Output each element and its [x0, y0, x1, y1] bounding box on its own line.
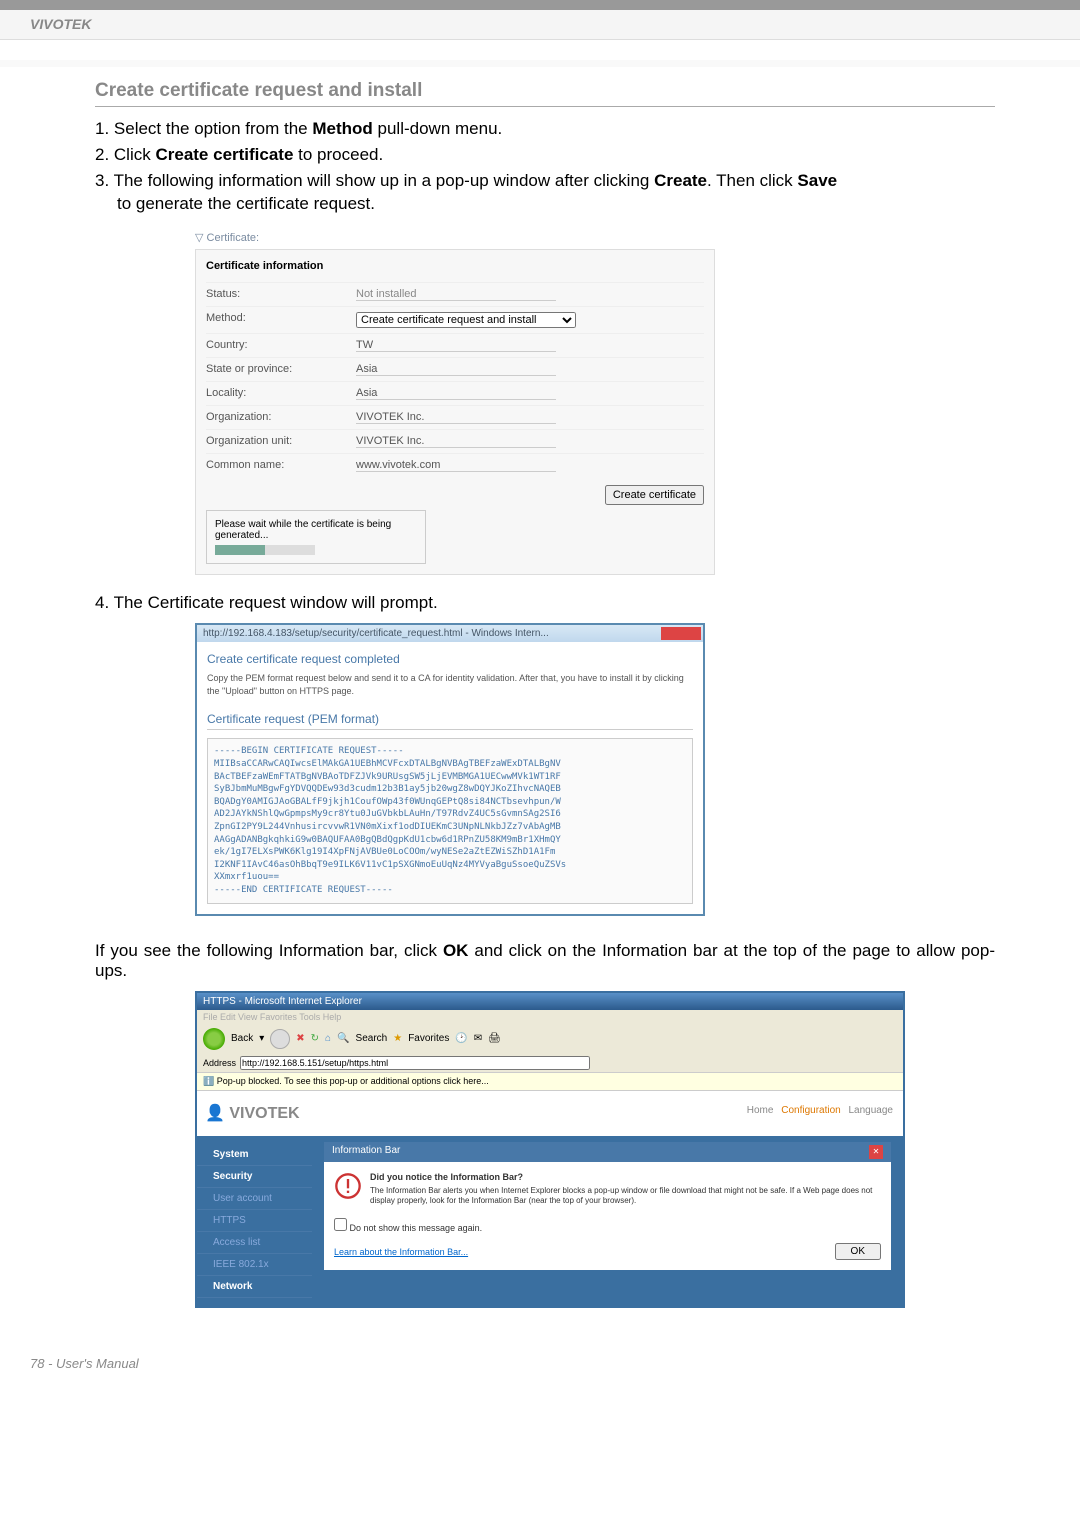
address-input[interactable]: [240, 1056, 590, 1070]
ok-button[interactable]: OK: [835, 1243, 881, 1260]
back-label[interactable]: Back: [231, 1033, 253, 1044]
state-input[interactable]: Asia: [356, 363, 556, 376]
page-footer: 78 - User's Manual: [0, 1338, 1080, 1389]
sidebar: System Security User account HTTPS Acces…: [197, 1136, 312, 1306]
ie-window: HTTPS - Microsoft Internet Explorer File…: [195, 991, 905, 1308]
mail-icon[interactable]: ✉: [474, 1033, 482, 1044]
cert-request-window: http://192.168.4.183/setup/security/cert…: [195, 623, 705, 915]
sidebar-item-system[interactable]: System: [197, 1144, 312, 1166]
instructions: 1. Select the option from the Method pul…: [95, 117, 995, 216]
sidebar-item-access[interactable]: Access list: [197, 1232, 312, 1254]
orgunit-input[interactable]: VIVOTEK Inc.: [356, 435, 556, 448]
close-icon[interactable]: ✕: [869, 1145, 883, 1159]
nav-config[interactable]: Configuration: [781, 1105, 840, 1116]
section-title: Create certificate request and install: [95, 80, 995, 107]
status-value: Not installed: [356, 288, 556, 301]
sidebar-item-https[interactable]: HTTPS: [197, 1210, 312, 1232]
ie-toolbar: Back ▾ ✖ ↻ ⌂ 🔍Search ★Favorites 🕑 ✉ 🖨: [197, 1024, 903, 1054]
breadcrumb: ity > HTTPS: [335, 1122, 384, 1132]
sidebar-item-network[interactable]: Network: [197, 1276, 312, 1298]
pem-title: Certificate request (PEM format): [207, 712, 693, 730]
step4-text: 4. The Certificate request window will p…: [95, 593, 995, 613]
address-bar: Address: [197, 1054, 903, 1072]
sidebar-item-user[interactable]: User account: [197, 1188, 312, 1210]
back-icon[interactable]: [203, 1028, 225, 1050]
home-icon[interactable]: ⌂: [325, 1033, 331, 1044]
sidebar-item-ieee[interactable]: IEEE 802.1x: [197, 1254, 312, 1276]
org-input[interactable]: VIVOTEK Inc.: [356, 411, 556, 424]
ie-menubar[interactable]: File Edit View Favorites Tools Help: [197, 1010, 903, 1024]
locality-input[interactable]: Asia: [356, 387, 556, 400]
info-body: The Information Bar alerts you when Inte…: [334, 1186, 881, 1207]
create-certificate-button[interactable]: Create certificate: [605, 485, 704, 505]
sidebar-item-security[interactable]: Security: [197, 1166, 312, 1188]
history-icon[interactable]: 🕑: [455, 1033, 467, 1044]
certificate-expand[interactable]: Certificate:: [195, 231, 715, 244]
popup-titlebar: http://192.168.4.183/setup/security/cert…: [197, 625, 703, 642]
stop-icon[interactable]: ✖: [296, 1033, 304, 1044]
certificate-panel: Certificate: Certificate information Sta…: [195, 231, 715, 575]
popup-blocked-bar[interactable]: ℹ️ Pop-up blocked. To see this pop-up or…: [197, 1072, 903, 1091]
learn-link[interactable]: Learn about the Information Bar...: [334, 1247, 468, 1257]
dont-show-checkbox[interactable]: [334, 1218, 347, 1231]
progress-bar: [215, 545, 315, 555]
brand-header: VIVOTEK: [30, 16, 91, 32]
ie-titlebar: HTTPS - Microsoft Internet Explorer: [197, 993, 903, 1010]
favorites-icon[interactable]: ★: [393, 1033, 402, 1044]
forward-icon[interactable]: [270, 1029, 290, 1049]
nav-lang[interactable]: Language: [849, 1105, 894, 1116]
method-select[interactable]: Create certificate request and install: [356, 312, 576, 328]
cn-input[interactable]: www.vivotek.com: [356, 459, 556, 472]
info-dialog-title: Information Bar: [332, 1145, 400, 1159]
warning-icon: [334, 1172, 362, 1200]
popup-instruction: Copy the PEM format request below and se…: [207, 672, 693, 697]
nav-home[interactable]: Home: [747, 1105, 774, 1116]
refresh-icon[interactable]: ↻: [311, 1033, 319, 1044]
info-icon: ℹ️: [203, 1076, 214, 1086]
vivotek-logo: VIVOTEK: [205, 1103, 300, 1123]
close-icon[interactable]: [661, 627, 701, 640]
info-heading: Did you notice the Information Bar?: [334, 1172, 881, 1182]
search-icon[interactable]: 🔍: [337, 1033, 349, 1044]
pem-text[interactable]: -----BEGIN CERTIFICATE REQUEST----- MIIB…: [207, 738, 693, 903]
cert-info-title: Certificate information: [206, 260, 704, 272]
info-bar-instruction: If you see the following Information bar…: [95, 941, 995, 981]
popup-heading: Create certificate request completed: [207, 652, 693, 666]
wait-box: Please wait while the certificate is bei…: [206, 510, 426, 564]
country-input[interactable]: TW: [356, 339, 556, 352]
print-icon[interactable]: 🖨: [488, 1033, 501, 1044]
